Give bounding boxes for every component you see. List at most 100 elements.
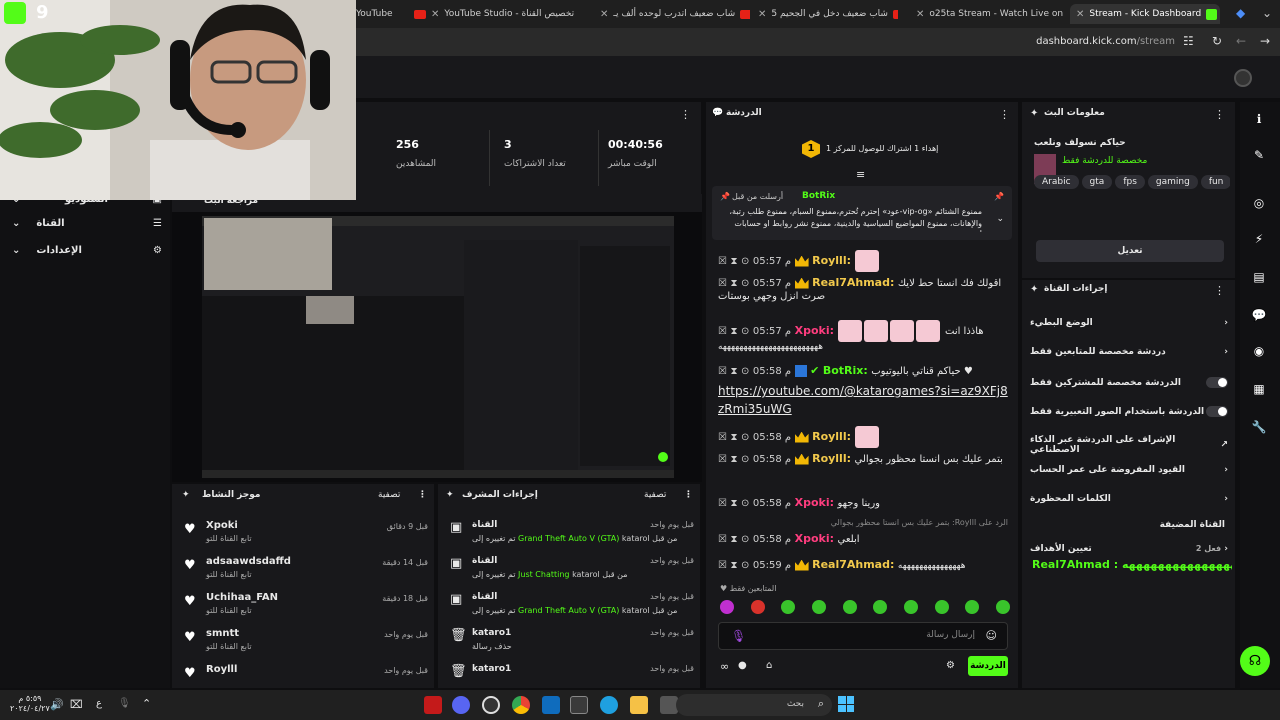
- tab-kick-stream[interactable]: ✕ o25ta Stream - Watch Live on: [916, 4, 1066, 24]
- timeout-icon[interactable]: ⧗: [730, 326, 737, 337]
- tune-icon[interactable]: ☷: [1183, 34, 1194, 48]
- pinned-message[interactable]: 📌 أرسلت من قبل BotRix ممنوع الشتائم «vip…: [712, 186, 1012, 240]
- emoji-icon[interactable]: ☺: [986, 629, 997, 642]
- reply-preview[interactable]: الرد على Roylll: بتمر عليك بس انستا محظو…: [718, 518, 1008, 527]
- toggle-switch[interactable]: [1206, 377, 1228, 388]
- emote-icon[interactable]: [842, 600, 857, 614]
- tab-youtube[interactable]: YouTube: [356, 4, 416, 24]
- chat-message[interactable]: ☒ ⧗ ⊙ 05:58 م Roylll: بتمر عليك بس انستا…: [718, 452, 1008, 465]
- language-indicator[interactable]: ع: [96, 698, 102, 709]
- tab-video-1[interactable]: ✕ شاب ضعيف اتدرب لوحده ألف يـ: [600, 4, 750, 24]
- stream-preview[interactable]: [172, 212, 702, 482]
- emote-icon[interactable]: [965, 600, 980, 614]
- pin-msg-icon[interactable]: ☒: [718, 498, 727, 509]
- emote-icon[interactable]: [750, 600, 765, 614]
- timeout-icon[interactable]: ⧗: [730, 498, 737, 509]
- discord-icon[interactable]: [452, 696, 470, 714]
- close-icon[interactable]: ✕: [431, 9, 439, 20]
- chat-message[interactable]: ☒ ⧗ ⊙ 05:58 م Xpoki: ابلعي: [718, 532, 1008, 545]
- layout-icon[interactable]: ▦: [1250, 380, 1268, 398]
- pin-msg-icon[interactable]: ☒: [718, 366, 727, 377]
- info-icon[interactable]: ℹ: [1250, 110, 1268, 128]
- url-text[interactable]: dashboard.kick.com/stream: [1036, 36, 1175, 47]
- tag[interactable]: gta: [1081, 175, 1113, 189]
- help-icon[interactable]: ☊: [1240, 646, 1270, 676]
- send-chat-button[interactable]: الدردشة: [968, 656, 1008, 676]
- speaker-icon[interactable]: 🔊: [50, 698, 64, 711]
- more-icon[interactable]: ⋮: [684, 490, 693, 500]
- broadcast-icon[interactable]: ◉: [1250, 342, 1268, 360]
- more-icon[interactable]: ⋮: [1214, 108, 1225, 121]
- emote-icon[interactable]: [811, 600, 826, 614]
- target-icon[interactable]: ◎: [1250, 194, 1268, 212]
- pin-msg-icon[interactable]: ☒: [718, 432, 727, 443]
- tag[interactable]: gaming: [1147, 175, 1198, 189]
- more-icon[interactable]: ⋮: [680, 108, 691, 121]
- shield-icon[interactable]: ◆: [1236, 6, 1245, 20]
- document-icon[interactable]: ▤: [1250, 268, 1268, 286]
- avatar[interactable]: [1234, 69, 1252, 87]
- back-icon[interactable]: ←: [1236, 34, 1246, 48]
- more-icon[interactable]: ⋮: [999, 108, 1010, 121]
- ai-moderation-row[interactable]: الإشراف على الدردشة عبر الذكاء الاصطناعي…: [1030, 435, 1228, 455]
- sidebar-item-settings[interactable]: ⌄ الإعدادات ⚙: [12, 245, 162, 256]
- tag[interactable]: fun: [1200, 175, 1230, 189]
- account-age-row[interactable]: القيود المفروضة على عمر الحساب ›: [1030, 465, 1228, 475]
- collapse-icon[interactable]: ≡: [856, 168, 865, 181]
- folder-icon[interactable]: [630, 696, 648, 714]
- emote-icon[interactable]: [720, 600, 734, 614]
- tag[interactable]: fps: [1115, 175, 1145, 189]
- timeout-icon[interactable]: ⧗: [730, 454, 737, 465]
- chevron-down-icon[interactable]: ⌄: [996, 214, 1004, 224]
- chat-message[interactable]: ☒ ⧗ ⊙ 05:58 م ✔ BotRix: حياكم قناتي بالي…: [718, 364, 1008, 377]
- chat-icon[interactable]: 💬: [1250, 306, 1268, 324]
- timeout-icon[interactable]: ⧗: [730, 432, 737, 443]
- taskbar-search[interactable]: بحث ⌕: [676, 694, 832, 716]
- close-icon[interactable]: ✕: [916, 9, 924, 20]
- microphone-icon[interactable]: 🎙: [118, 698, 131, 709]
- store-icon[interactable]: [570, 696, 588, 714]
- chat-message[interactable]: ☒ ⧗ ⊙ 05:58 م Xpoki: ورينا وجهو: [718, 496, 1008, 509]
- pin-icon[interactable]: ✦: [1030, 108, 1038, 119]
- pin-icon[interactable]: 📌: [994, 192, 1004, 201]
- chat-message[interactable]: ☒ ⧗ ⊙ 05:58 م Roylll:: [718, 426, 1008, 448]
- timeout-icon[interactable]: ⧗: [730, 278, 737, 289]
- outlook-icon[interactable]: [542, 696, 560, 714]
- pin-msg-icon[interactable]: ☒: [718, 560, 727, 571]
- pin-msg-icon[interactable]: ☒: [718, 278, 727, 289]
- sidebar-item-channel[interactable]: ⌄ القناة ☰: [12, 218, 162, 229]
- emote-icon[interactable]: [873, 600, 888, 614]
- pin-msg-icon[interactable]: ☒: [718, 534, 727, 545]
- tab-kick-dashboard[interactable]: ✕ Stream - Kick Dashboard: [1070, 4, 1220, 24]
- reload-icon[interactable]: ↻: [1212, 34, 1222, 48]
- timeout-icon[interactable]: ⧗: [730, 366, 737, 377]
- gift-icon[interactable]: ⌂: [766, 660, 772, 671]
- timeout-icon[interactable]: ⧗: [730, 256, 737, 267]
- followers-only-row[interactable]: دردشة مخصصة للمتابعين فقط ›: [1030, 347, 1228, 357]
- chevron-down-icon[interactable]: ⌄: [1262, 6, 1272, 20]
- chat-message[interactable]: ☒ ⧗ ⊙ 05:57 م Real7Ahmad: اقولك فك انستا…: [718, 276, 1008, 302]
- edge-icon[interactable]: [600, 696, 618, 714]
- pin-icon[interactable]: ✦: [182, 490, 190, 500]
- tag[interactable]: Arabic: [1034, 175, 1079, 189]
- lightning-icon[interactable]: ⚡: [1250, 230, 1268, 248]
- microphone-icon[interactable]: 🎙: [731, 629, 746, 643]
- pin-icon[interactable]: ✦: [446, 490, 454, 500]
- clock[interactable]: ٥:٥٩ م ٢٠٢٤/٠٤/٢٧: [10, 694, 50, 714]
- more-icon[interactable]: ⋮: [418, 490, 427, 500]
- wrench-icon[interactable]: 🔧: [1250, 418, 1268, 436]
- emote-icon[interactable]: [781, 600, 796, 614]
- pin-msg-icon[interactable]: ☒: [718, 454, 727, 465]
- banned-words-row[interactable]: الكلمات المحظورة ›: [1030, 494, 1228, 504]
- more-icon[interactable]: ⋮: [1214, 284, 1225, 297]
- timeout-icon[interactable]: ⧗: [730, 560, 737, 571]
- timeout-icon[interactable]: ⧗: [730, 534, 737, 545]
- emote-icon[interactable]: [995, 600, 1010, 614]
- subscribers-only-row[interactable]: الدردشة مخصصة للمشتركين فقط: [1030, 377, 1228, 388]
- close-icon[interactable]: ✕: [600, 9, 608, 20]
- emote-only-row[interactable]: الدردشة باستخدام الصور التعبيرية فقط: [1030, 406, 1228, 417]
- pin-msg-icon[interactable]: ☒: [718, 256, 727, 267]
- pencil-icon[interactable]: ✎: [1250, 146, 1268, 164]
- emote-icon[interactable]: [903, 600, 918, 614]
- pin-msg-icon[interactable]: ☒: [718, 326, 727, 337]
